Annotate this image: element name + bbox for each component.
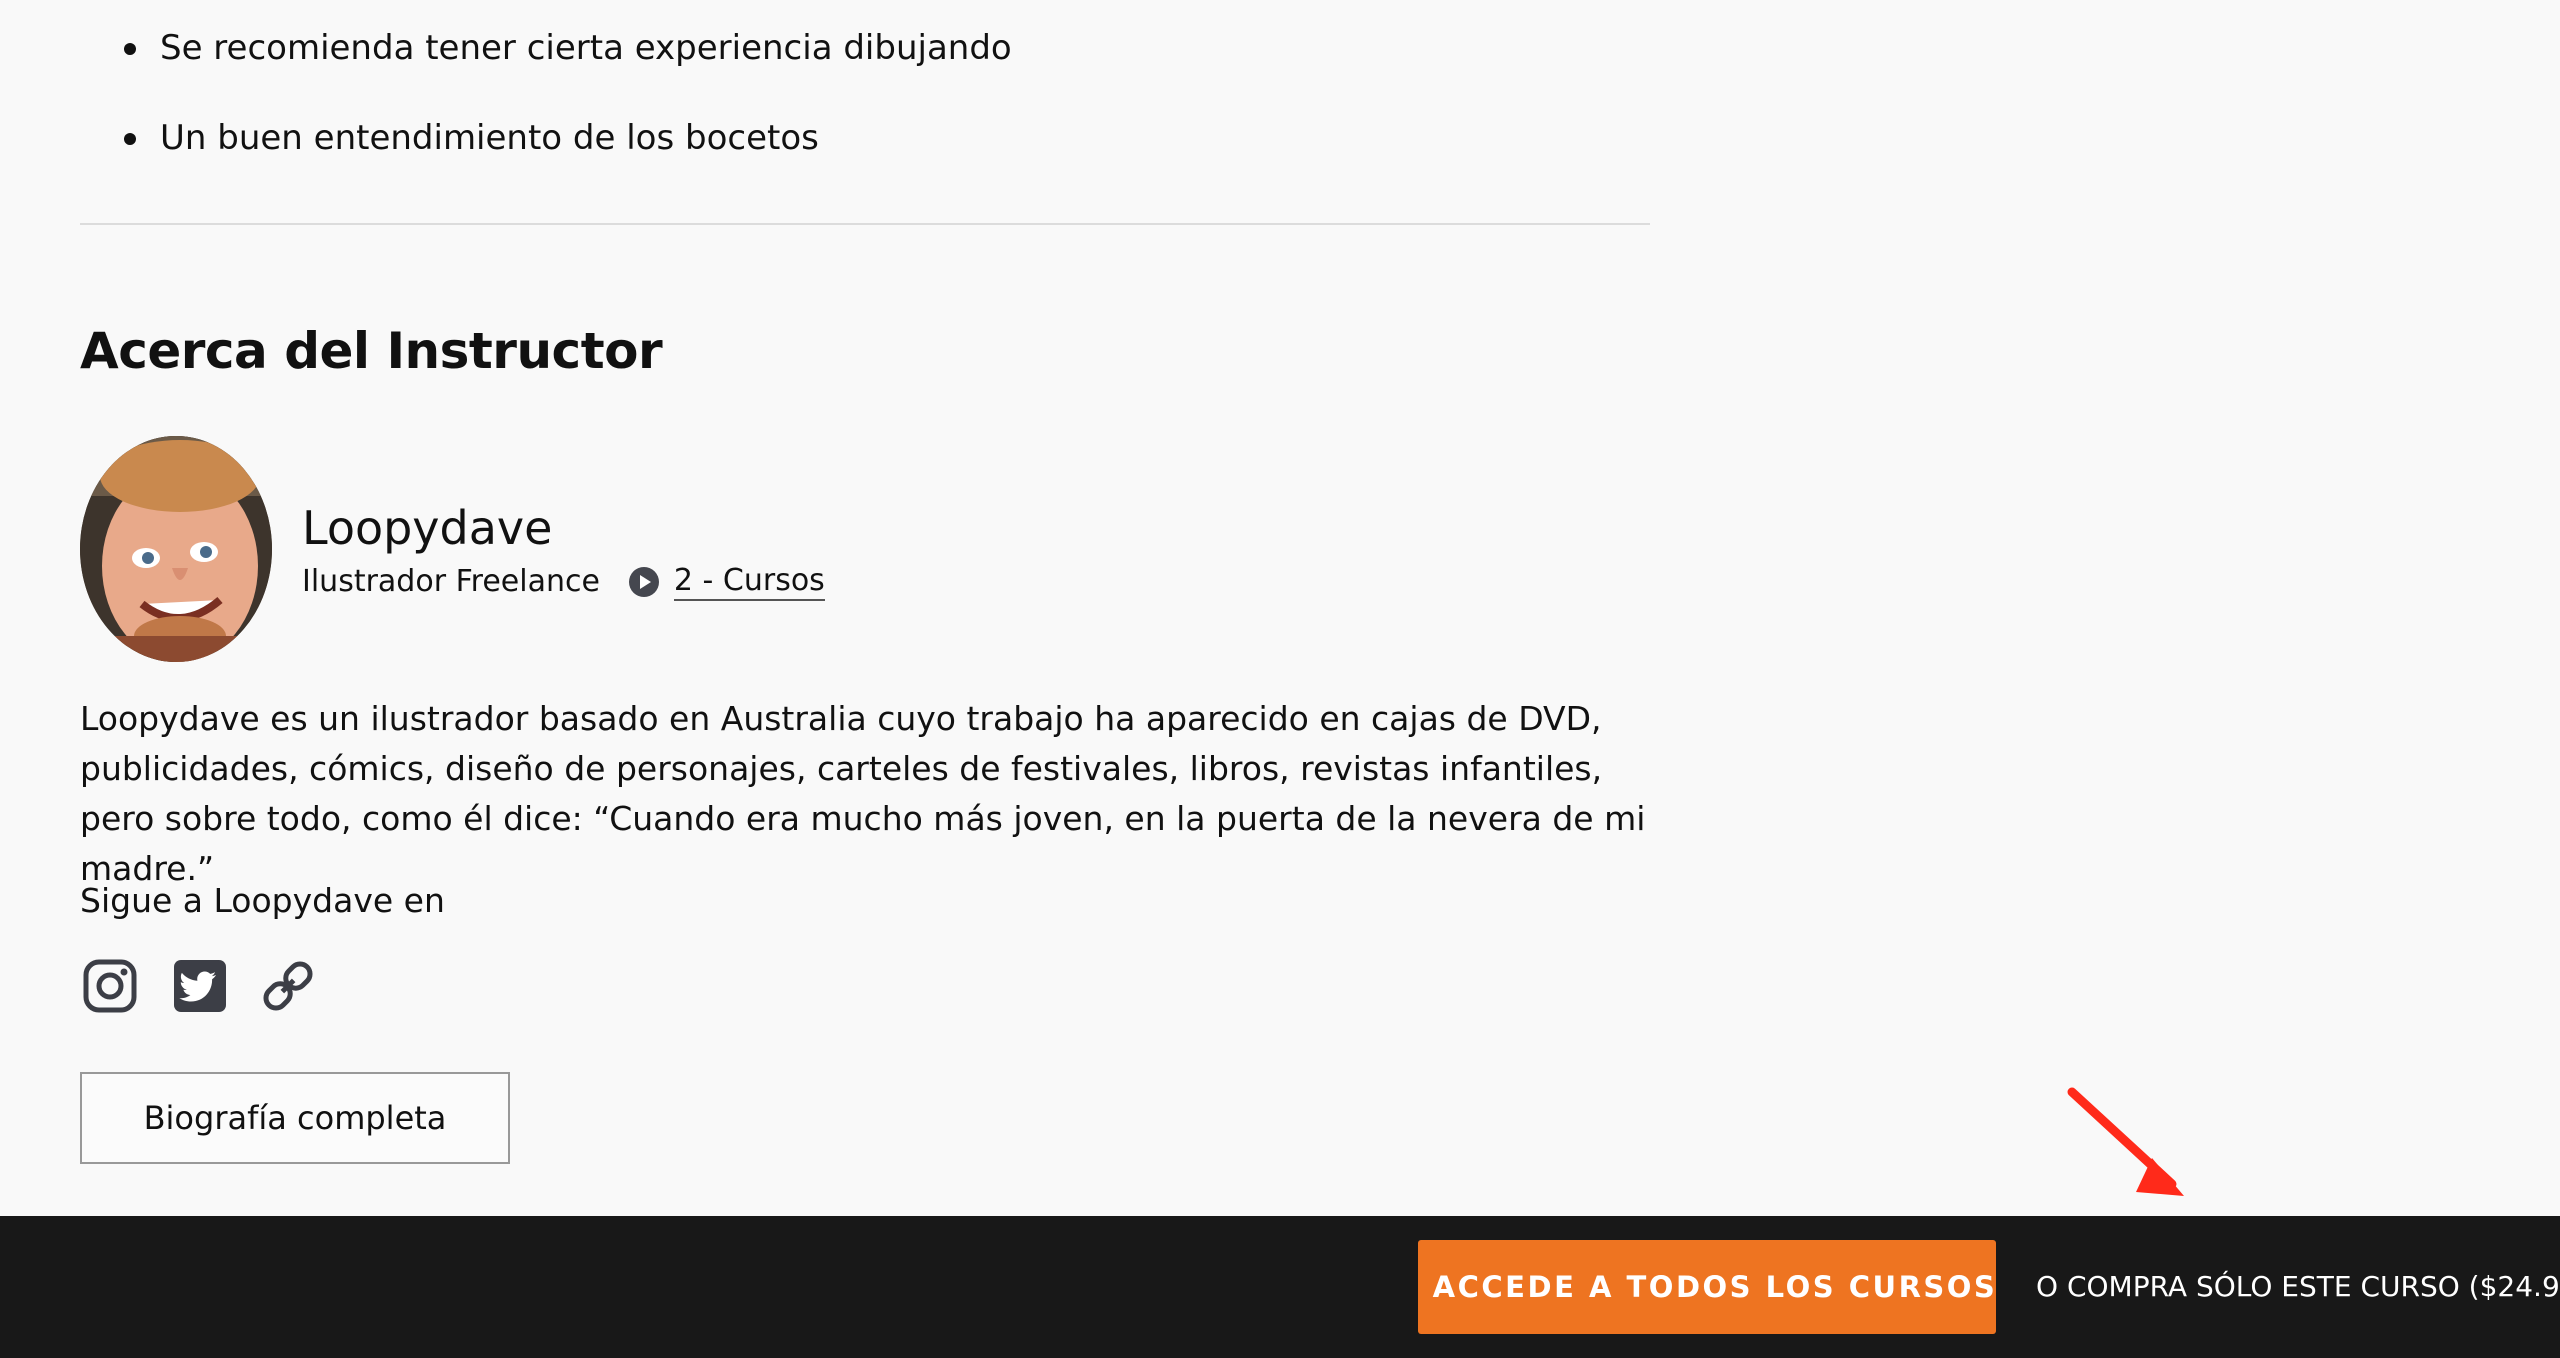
requirement-item: Se recomienda tener cierta experiencia d… xyxy=(80,20,1012,76)
purchase-bar: ACCEDE A TODOS LOS CURSOS O COMPRA SÓLO … xyxy=(0,1216,2560,1358)
section-divider xyxy=(80,223,1650,225)
requirement-text: Se recomienda tener cierta experiencia d… xyxy=(160,28,1012,68)
bullet-icon xyxy=(124,43,136,55)
link-icon[interactable] xyxy=(260,958,316,1014)
instructor-avatar xyxy=(80,436,272,662)
full-bio-button[interactable]: Biografía completa xyxy=(80,1072,510,1164)
access-all-courses-label: ACCEDE A TODOS LOS CURSOS xyxy=(1432,1270,1998,1304)
requirements-list: Se recomienda tener cierta experiencia d… xyxy=(80,20,1012,200)
requirement-text: Un buen entendimiento de los bocetos xyxy=(160,118,819,158)
instructor-courses-link[interactable]: 2 - Cursos xyxy=(673,563,825,601)
access-all-courses-button[interactable]: ACCEDE A TODOS LOS CURSOS xyxy=(1418,1240,1996,1334)
instagram-icon[interactable] xyxy=(82,958,138,1014)
section-title: Acerca del Instructor xyxy=(80,322,663,380)
play-circle-icon xyxy=(628,567,659,597)
instructor-role: Ilustrador Freelance xyxy=(302,564,600,599)
instructor-bio: Loopydave es un ilustrador basado en Aus… xyxy=(80,699,1646,888)
twitter-icon[interactable] xyxy=(172,958,228,1014)
buy-single-course-link[interactable]: O COMPRA SÓLO ESTE CURSO ($24.99) xyxy=(2036,1262,2560,1312)
bullet-icon xyxy=(124,133,136,145)
course-page: Se recomienda tener cierta experiencia d… xyxy=(0,0,2560,1358)
follow-label: Sigue a Loopydave en xyxy=(80,881,445,920)
requirement-item: Un buen entendimiento de los bocetos xyxy=(80,110,1012,166)
instructor-meta: Ilustrador Freelance 2 - Cursos xyxy=(302,562,825,602)
red-arrow-annotation-icon xyxy=(2067,1087,2184,1196)
instructor-name: Loopydave xyxy=(302,501,553,555)
